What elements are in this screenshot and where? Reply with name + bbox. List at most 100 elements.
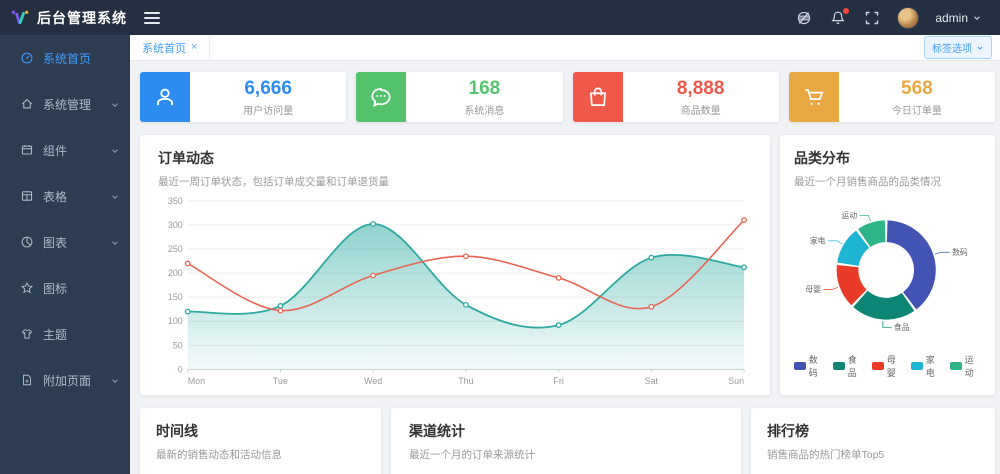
- svg-text:0: 0: [178, 364, 183, 374]
- legend-swatch: [872, 362, 884, 370]
- tab-bar: 系统首页 × 标签选项: [130, 35, 1000, 61]
- tags-options-button[interactable]: 标签选项: [924, 36, 992, 59]
- stat-label: 系统消息: [464, 102, 504, 117]
- legend-label: 母婴: [887, 353, 903, 379]
- stat-card-orders[interactable]: 568 今日订单量: [789, 72, 995, 122]
- legend-swatch: [794, 362, 806, 370]
- svg-text:Wed: Wed: [364, 376, 382, 386]
- pie-icon: [20, 235, 34, 249]
- chevron-down-icon: [972, 13, 982, 23]
- star-icon: [20, 281, 34, 295]
- sidebar-item-tables[interactable]: 表格: [0, 173, 130, 219]
- donut-legend: 数码食品母婴家电运动: [794, 353, 981, 379]
- svg-text:运动: 运动: [842, 210, 858, 220]
- channel-card: 渠道统计 最近一个月的订单来源统计: [391, 408, 741, 474]
- sidebar-item-theme[interactable]: 主题: [0, 311, 130, 357]
- stat-card-goods[interactable]: 8,888 商品数量: [573, 72, 779, 122]
- tab-label: 系统首页: [142, 40, 186, 56]
- svg-text:Sat: Sat: [645, 376, 659, 386]
- timeline-card-subtitle: 最新的销售动态和活动信息: [156, 447, 365, 462]
- sidebar-item-label: 系统首页: [43, 50, 91, 67]
- cart-icon: [789, 72, 839, 122]
- chevron-down-icon: [110, 191, 120, 201]
- sidebar-menu: 系统首页系统管理组件表格图表图标主题附加页面: [0, 35, 130, 403]
- notification-badge: [843, 8, 849, 14]
- legend-label: 家电: [926, 353, 942, 379]
- calendar-icon: [20, 143, 34, 157]
- top-header: 后台管理系统 admin: [0, 0, 1000, 35]
- orders-card-subtitle: 最近一周订单状态，包括订单成交量和订单退货量: [158, 174, 752, 189]
- theme-icon: [20, 327, 34, 341]
- sidebar: 系统首页系统管理组件表格图表图标主题附加页面: [0, 35, 130, 474]
- sidebar-item-components[interactable]: 组件: [0, 127, 130, 173]
- orders-line-chart[interactable]: 050100150200250300350MonTueWedThuFriSatS…: [158, 193, 752, 389]
- shopping-bag-icon: [573, 72, 623, 122]
- fullscreen-icon[interactable]: [863, 9, 881, 27]
- legend-item-食品[interactable]: 食品: [833, 353, 864, 379]
- stat-label: 商品数量: [681, 102, 721, 117]
- svg-text:Tue: Tue: [273, 376, 288, 386]
- sidebar-item-label: 图标: [43, 280, 67, 297]
- sidebar-item-label: 系统管理: [43, 96, 91, 113]
- svg-text:200: 200: [168, 268, 183, 278]
- svg-text:Sun: Sun: [728, 376, 744, 386]
- svg-text:食品: 食品: [894, 322, 910, 332]
- user-icon: [140, 72, 190, 122]
- category-card-subtitle: 最近一个月销售商品的品类情况: [794, 174, 981, 189]
- legend-item-家电[interactable]: 家电: [911, 353, 942, 379]
- user-menu[interactable]: admin: [935, 11, 982, 25]
- document-icon: [20, 373, 34, 387]
- stat-label: 用户访问量: [243, 102, 293, 117]
- svg-text:350: 350: [168, 196, 183, 206]
- stat-value: 168: [469, 78, 501, 100]
- stat-value: 568: [901, 78, 933, 100]
- sidebar-item-label: 主题: [43, 326, 67, 343]
- table-icon: [20, 189, 34, 203]
- legend-swatch: [911, 362, 923, 370]
- sidebar-item-charts[interactable]: 图表: [0, 219, 130, 265]
- svg-text:数码: 数码: [952, 247, 968, 257]
- svg-text:Mon: Mon: [188, 376, 205, 386]
- bell-icon[interactable]: [829, 9, 847, 27]
- sidebar-item-home[interactable]: 系统首页: [0, 35, 130, 81]
- stat-value: 8,888: [677, 78, 725, 100]
- sidebar-item-system[interactable]: 系统管理: [0, 81, 130, 127]
- sidebar-item-label: 表格: [43, 188, 67, 205]
- tab-close-icon[interactable]: ×: [191, 42, 197, 53]
- svg-text:母婴: 母婴: [805, 285, 821, 294]
- avatar[interactable]: [897, 7, 919, 29]
- rank-card: 排行榜 销售商品的热门榜单Top5 1 手机 销量：10000: [751, 408, 995, 474]
- user-name: admin: [935, 11, 968, 25]
- chevron-down-icon: [976, 44, 984, 52]
- legend-swatch: [950, 362, 962, 370]
- legend-item-运动[interactable]: 运动: [950, 353, 981, 379]
- legend-item-母婴[interactable]: 母婴: [872, 353, 903, 379]
- svg-text:50: 50: [173, 340, 183, 350]
- legend-swatch: [833, 362, 845, 370]
- sidebar-item-icons[interactable]: 图标: [0, 265, 130, 311]
- collapse-menu-icon[interactable]: [144, 9, 160, 27]
- stat-card-messages[interactable]: 168 系统消息: [356, 72, 562, 122]
- stats-row: 6,666 用户访问量 168 系统消息 8,888 商品数量: [140, 72, 995, 122]
- legend-label: 食品: [848, 353, 864, 379]
- channel-card-subtitle: 最近一个月的订单来源统计: [409, 447, 723, 462]
- orders-chart-card: 订单动态 最近一周订单状态，包括订单成交量和订单退货量 050100150200…: [140, 135, 770, 395]
- logo-icon: [10, 8, 30, 28]
- chat-icon: [356, 72, 406, 122]
- rank-card-title: 排行榜: [767, 421, 979, 441]
- chevron-down-icon: [110, 145, 120, 155]
- category-donut-chart[interactable]: 数码食品母婴家电运动: [794, 191, 981, 349]
- app-title: 后台管理系统: [37, 8, 127, 28]
- sidebar-item-pages[interactable]: 附加页面: [0, 357, 130, 403]
- svg-text:300: 300: [168, 220, 183, 230]
- main-content: 6,666 用户访问量 168 系统消息 8,888 商品数量: [130, 61, 1000, 474]
- legend-label: 数码: [809, 353, 825, 379]
- stat-value: 6,666: [244, 78, 292, 100]
- tab-home[interactable]: 系统首页 ×: [130, 35, 210, 60]
- visibility-off-icon[interactable]: [795, 9, 813, 27]
- svg-text:150: 150: [168, 292, 183, 302]
- legend-item-数码[interactable]: 数码: [794, 353, 825, 379]
- category-chart-card: 品类分布 最近一个月销售商品的品类情况 数码食品母婴家电运动 数码食品母婴家电运…: [780, 135, 995, 395]
- stat-card-visits[interactable]: 6,666 用户访问量: [140, 72, 346, 122]
- category-card-title: 品类分布: [794, 148, 981, 168]
